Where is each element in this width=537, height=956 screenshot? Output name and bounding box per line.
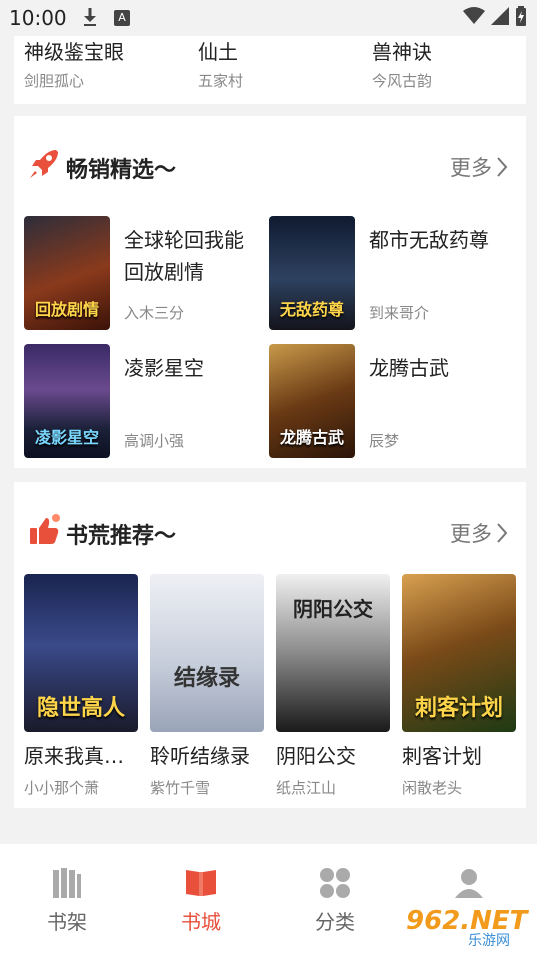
open-book-icon xyxy=(186,870,216,896)
book-item[interactable]: 结缘录 聆听结缘录 紫竹千雪 xyxy=(150,574,264,798)
book-cover: 凌影星空 xyxy=(24,344,110,458)
wifi-icon xyxy=(463,7,485,24)
thumbs-up-icon xyxy=(30,514,60,544)
profile-icon xyxy=(455,869,483,898)
book-title: 兽神诀 xyxy=(372,40,432,64)
bestseller-section: 畅销精选～ 更多 回放剧情 全球轮回我能回放剧情 入木三分 无敌药尊 都市无敌药… xyxy=(14,116,526,468)
accessibility-icon: A xyxy=(114,10,130,26)
book-author: 纸点江山 xyxy=(276,779,337,797)
book-item[interactable]: 阴阳公交 阴阳公交 纸点江山 xyxy=(276,574,390,798)
book-title: 刺客计划 xyxy=(402,744,482,768)
top-book-list: 神级鉴宝眼 剑胆孤心 仙土 五家村 兽神诀 今风古韵 xyxy=(14,36,526,104)
book-cover: 隐世高人 xyxy=(24,574,138,732)
watermark-logo: 962.NET 乐游网 xyxy=(398,906,530,950)
book-item[interactable]: 龙腾古武 龙腾古武 辰梦 xyxy=(259,344,499,458)
cover-title: 阴阳公交 xyxy=(293,597,373,621)
book-item[interactable]: 回放剧情 全球轮回我能回放剧情 入木三分 xyxy=(14,216,254,330)
book-item[interactable]: 无敌药尊 都市无敌药尊 到来哥介 xyxy=(259,216,499,330)
book-title: 仙土 xyxy=(198,40,238,64)
book-author: 到来哥介 xyxy=(369,304,430,322)
book-title: 龙腾古武 xyxy=(369,356,449,380)
nav-item-bookstore[interactable]: 书城 xyxy=(151,866,251,935)
book-author: 小小那个萧 xyxy=(24,779,100,797)
book-title: 都市无敌药尊 xyxy=(369,228,489,252)
chevron-right-icon xyxy=(497,157,508,177)
book-title: 凌影星空 xyxy=(124,356,204,380)
cover-title: 无敌药尊 xyxy=(279,300,344,319)
nav-label: 书架 xyxy=(47,910,87,934)
nav-item-category[interactable]: 分类 xyxy=(285,866,385,935)
book-title: 聆听结缘录 xyxy=(150,744,250,768)
nav-item-bookshelf[interactable]: 书架 xyxy=(17,866,117,935)
status-time: 10:00 xyxy=(9,6,67,30)
cover-title: 凌影星空 xyxy=(34,428,99,447)
bookshelf-icon xyxy=(53,868,81,898)
more-button[interactable]: 更多 xyxy=(450,152,508,182)
book-title: 原来我真… xyxy=(24,744,124,768)
book-title: 阴阳公交 xyxy=(276,744,356,768)
nav-item-profile[interactable] xyxy=(419,866,519,906)
book-author: 入木三分 xyxy=(124,304,185,322)
book-item[interactable]: 隐世高人 原来我真… 小小那个萧 xyxy=(24,574,138,798)
download-icon xyxy=(84,8,96,26)
book-title: 全球轮回我能回放剧情 xyxy=(124,228,244,284)
more-label: 更多 xyxy=(450,156,492,180)
chevron-right-icon xyxy=(497,523,508,543)
recommend-section: 书荒推荐～ 更多 隐世高人 原来我真… 小小那个萧 结缘录 聆听结缘录 紫竹千雪… xyxy=(14,482,526,808)
book-author: 五家村 xyxy=(198,72,244,90)
book-cover: 龙腾古武 xyxy=(269,344,355,458)
category-grid-icon xyxy=(320,868,350,898)
rocket-icon xyxy=(30,150,58,178)
watermark-subtitle: 乐游网 xyxy=(468,933,510,949)
cover-title: 结缘录 xyxy=(173,665,240,691)
section-title: 畅销精选～ xyxy=(66,158,177,183)
book-author: 今风古韵 xyxy=(372,72,433,90)
book-author: 紫竹千雪 xyxy=(150,779,211,797)
status-bar: 10:00 A xyxy=(0,0,537,36)
cover-title: 刺客计划 xyxy=(414,695,503,721)
book-cover: 回放剧情 xyxy=(24,216,110,330)
signal-icon xyxy=(491,7,509,25)
book-cover: 结缘录 xyxy=(150,574,264,732)
battery-icon xyxy=(516,6,526,26)
section-title: 书荒推荐～ xyxy=(66,524,177,549)
book-author: 闲散老头 xyxy=(402,779,463,797)
book-author: 辰梦 xyxy=(369,432,400,450)
cover-title: 隐世高人 xyxy=(36,695,125,721)
nav-label: 书城 xyxy=(181,910,221,934)
cover-title: 龙腾古武 xyxy=(279,428,344,447)
book-author: 高调小强 xyxy=(124,432,185,450)
book-title: 神级鉴宝眼 xyxy=(24,40,124,64)
more-button[interactable]: 更多 xyxy=(450,518,508,548)
more-label: 更多 xyxy=(450,522,492,546)
cover-title: 回放剧情 xyxy=(34,300,99,319)
book-author: 剑胆孤心 xyxy=(24,72,85,90)
book-cover: 阴阳公交 xyxy=(276,574,390,732)
nav-label: 分类 xyxy=(315,910,355,934)
book-item[interactable]: 刺客计划 刺客计划 闲散老头 xyxy=(402,574,516,798)
book-cover: 刺客计划 xyxy=(402,574,516,732)
book-cover: 无敌药尊 xyxy=(269,216,355,330)
book-item[interactable]: 凌影星空 凌影星空 高调小强 xyxy=(14,344,254,458)
